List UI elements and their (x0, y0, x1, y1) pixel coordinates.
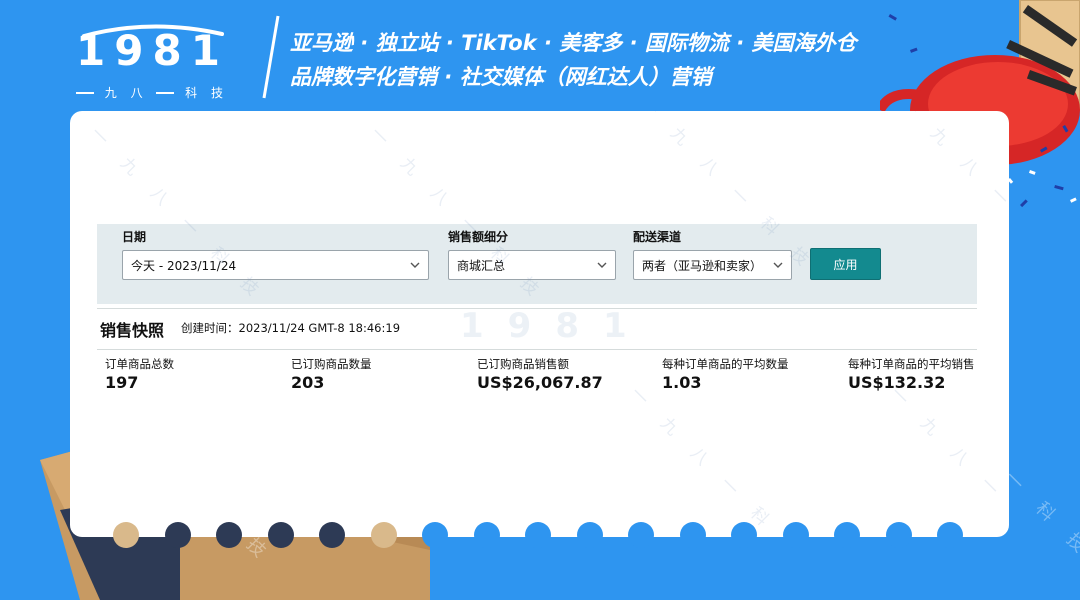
card-watermark-text: 一 九 八 一 科 技 (886, 383, 1009, 537)
tagline-line-2: 品牌数字化营销 · 社交媒体（网红达人）营销 (290, 65, 712, 89)
sales-breakdown-select[interactable]: 商城汇总 (448, 250, 616, 280)
metric-value: US$132.32 (848, 373, 946, 392)
chevron-down-icon (773, 262, 783, 268)
logo-digit: 8 (152, 26, 188, 75)
logo-sub-char: 九 (104, 86, 120, 100)
decorative-dot (113, 522, 139, 548)
metric-label: 每种订单商品的平均数量 (662, 357, 789, 371)
apply-button[interactable]: 应用 (810, 248, 881, 280)
metric-label: 每种订单商品的平均销售 (848, 357, 975, 371)
sales-breakdown-value: 商城汇总 (457, 258, 506, 273)
logo-sub-char: 八 (130, 86, 146, 100)
decorative-dot (679, 522, 706, 548)
date-select[interactable]: 今天 - 2023/11/24 (122, 250, 429, 280)
decorative-dot (628, 522, 654, 548)
metric-avg-units-per-item: 每种订单商品的平均数量 1.03 (662, 357, 789, 393)
metric-value: US$26,067.87 (477, 373, 603, 392)
brand-logo: 1 9 8 1 九 八 科 技 (76, 22, 226, 100)
decorative-dot (937, 522, 963, 548)
decorative-dot (370, 522, 397, 548)
logo-dash (76, 92, 94, 94)
logo-sub-char: 科 (185, 86, 201, 100)
logo-subtitle: 九 八 科 技 (76, 86, 226, 100)
sales-snapshot-header: 销售快照 创建时间：2023/11/24 GMT-8 18:46:19 (97, 308, 977, 350)
logo-dash (156, 92, 175, 94)
chevron-down-icon (410, 262, 420, 268)
decorative-dot (525, 522, 551, 548)
filter-bar: 日期 今天 - 2023/11/24 销售额细分 商城汇总 配送渠道 两者（亚马… (97, 224, 977, 304)
decorative-dot (473, 522, 500, 548)
decorative-dot (782, 522, 809, 548)
snapshot-created-time: 创建时间：2023/11/24 GMT-8 18:46:19 (181, 321, 401, 335)
metric-value: 1.03 (662, 373, 702, 392)
date-filter-label: 日期 (122, 230, 147, 244)
decorative-dot (885, 522, 912, 548)
sales-dashboard-card: 日期 今天 - 2023/11/24 销售额细分 商城汇总 配送渠道 两者（亚马… (70, 111, 1009, 537)
sales-breakdown-label: 销售额细分 (448, 230, 509, 244)
metric-ordered-product-sales: 已订购商品销售额 US$26,067.87 (477, 357, 603, 393)
decorative-dot (731, 522, 757, 548)
logo-number: 1 9 8 1 (76, 30, 226, 72)
card-watermark-text: 一 九 八 一 科 技 (626, 383, 810, 537)
metric-value: 203 (291, 373, 325, 392)
metric-label: 订单商品总数 (105, 357, 174, 371)
decorative-dot (576, 522, 603, 548)
metrics-row: 订单商品总数 197 已订购商品数量 203 已订购商品销售额 US$26,06… (105, 357, 985, 397)
decorative-dot (164, 522, 191, 548)
fulfillment-label: 配送渠道 (633, 230, 682, 244)
fulfillment-value: 两者（亚马逊和卖家） (642, 258, 763, 273)
sales-snapshot-title: 销售快照 (100, 321, 165, 340)
metric-units-ordered: 已订购商品数量 203 (291, 357, 372, 393)
decorative-dot (216, 522, 242, 548)
metric-label: 已订购商品数量 (291, 357, 372, 371)
metric-avg-sales-per-item: 每种订单商品的平均销售 US$132.32 (848, 357, 978, 393)
tagline-line-1: 亚马逊 · 独立站 · TikTok · 美客多 · 国际物流 · 美国海外仓 (290, 31, 857, 55)
decorative-dot (267, 522, 294, 548)
fulfillment-select[interactable]: 两者（亚马逊和卖家） (633, 250, 792, 280)
metric-total-order-items: 订单商品总数 197 (105, 357, 174, 393)
banner-tagline: 亚马逊 · 独立站 · TikTok · 美客多 · 国际物流 · 美国海外仓 … (290, 26, 857, 94)
logo-digit: 9 (114, 26, 150, 75)
banner-divider (262, 15, 280, 99)
metric-label: 已订购商品销售额 (477, 357, 569, 371)
logo-sub-char: 技 (210, 86, 226, 100)
logo-digit: 1 (190, 26, 226, 75)
chevron-down-icon (597, 262, 607, 268)
decorative-dot (422, 522, 448, 548)
decorative-dot (834, 522, 860, 548)
metric-value: 197 (105, 373, 139, 392)
date-select-value: 今天 - 2023/11/24 (131, 258, 237, 273)
logo-digit: 1 (76, 26, 112, 75)
decorative-dot (319, 522, 345, 548)
